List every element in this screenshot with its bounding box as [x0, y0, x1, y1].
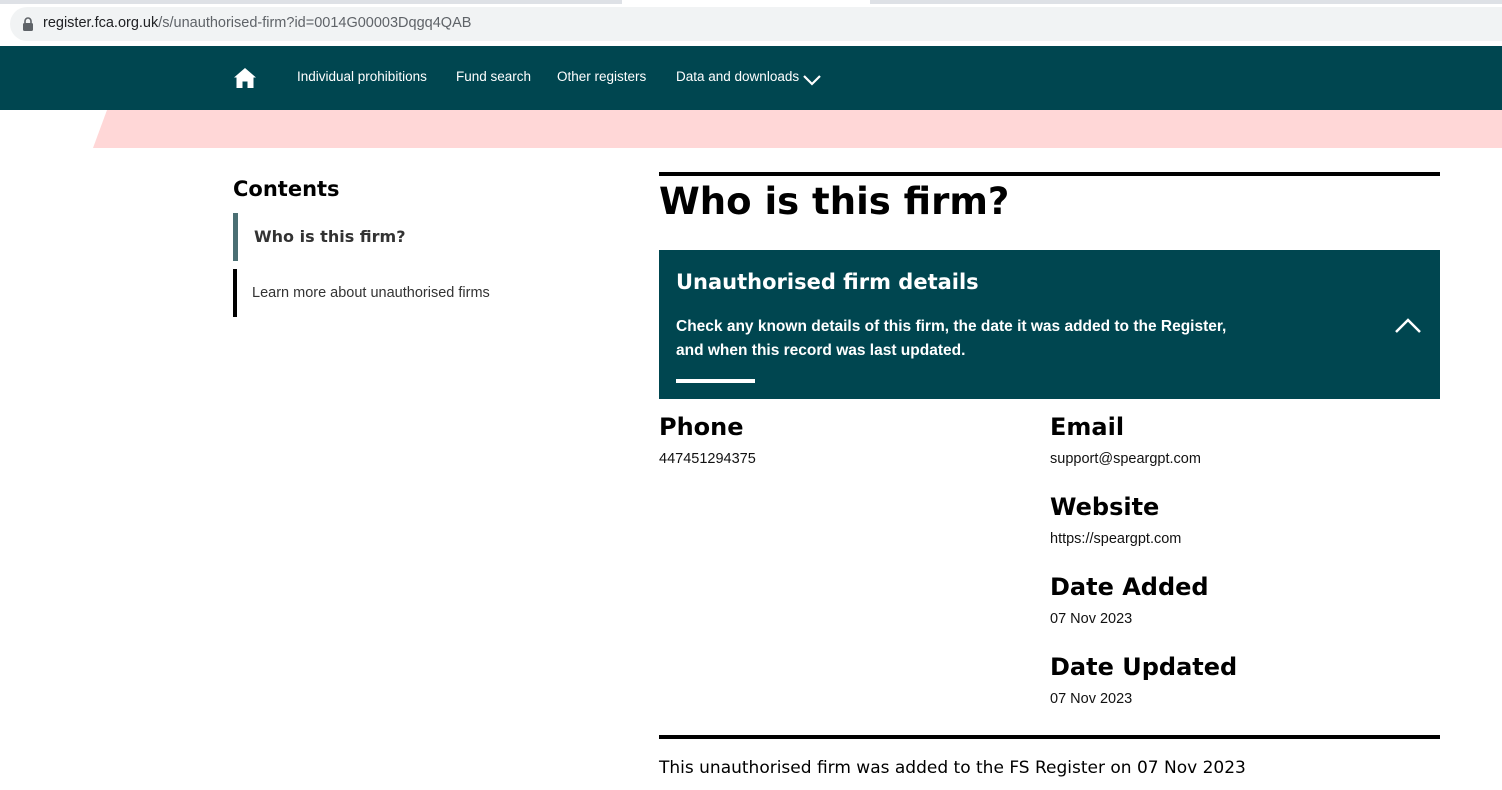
contents-title: Contents — [233, 177, 340, 201]
toc-item-label: Learn more about unauthorised firms — [252, 285, 490, 301]
phone-label: Phone — [659, 413, 744, 441]
nav-fund-search[interactable]: Fund search — [456, 69, 531, 84]
email-label: Email — [1050, 413, 1125, 441]
website-value: https://speargpt.com — [1050, 531, 1182, 547]
section-bottom-rule — [659, 735, 1440, 739]
added-to-register-note: This unauthorised firm was added to the … — [659, 758, 1246, 778]
website-label: Website — [1050, 493, 1160, 521]
chevron-up-icon[interactable] — [1394, 315, 1422, 335]
toc-item-who-is-this-firm[interactable]: Who is this firm? — [233, 213, 593, 261]
chevron-down-icon[interactable] — [802, 73, 822, 87]
nav-individual-prohibitions[interactable]: Individual prohibitions — [297, 69, 427, 84]
address-bar[interactable]: register.fca.org.uk/s/unauthorised-firm?… — [10, 7, 1502, 41]
decorative-band — [93, 110, 1502, 148]
date-updated-value: 07 Nov 2023 — [1050, 691, 1133, 707]
url-path: /s/unauthorised-firm?id=0014G00003Dqgq4Q… — [158, 15, 472, 31]
panel-description: Check any known details of this firm, th… — [676, 318, 1227, 359]
date-added-label: Date Added — [1050, 573, 1209, 601]
nav-data-and-downloads[interactable]: Data and downloads — [676, 69, 799, 84]
site-nav: Individual prohibitions Fund search Othe… — [0, 46, 1502, 110]
details-accordion-header[interactable]: Unauthorised firm details Check any know… — [659, 250, 1440, 399]
date-updated-label: Date Updated — [1050, 653, 1238, 681]
url-text[interactable]: register.fca.org.uk/s/unauthorised-firm?… — [43, 15, 471, 31]
toc-item-learn-more[interactable]: Learn more about unauthorised firms — [233, 269, 593, 317]
lock-icon[interactable] — [22, 17, 34, 31]
browser-toolbar: register.fca.org.uk/s/unauthorised-firm?… — [0, 4, 1502, 44]
url-host: register.fca.org.uk — [43, 15, 159, 31]
panel-underline — [676, 379, 755, 383]
nav-other-registers[interactable]: Other registers — [557, 69, 646, 84]
email-value: support@speargpt.com — [1050, 451, 1201, 467]
date-added-value: 07 Nov 2023 — [1050, 611, 1133, 627]
home-icon[interactable] — [233, 66, 257, 90]
phone-value: 447451294375 — [659, 451, 756, 467]
panel-title: Unauthorised firm details — [676, 270, 979, 294]
page-title: Who is this firm? — [659, 180, 1010, 223]
toc-item-label: Who is this firm? — [254, 227, 406, 246]
section-top-rule — [659, 172, 1440, 176]
